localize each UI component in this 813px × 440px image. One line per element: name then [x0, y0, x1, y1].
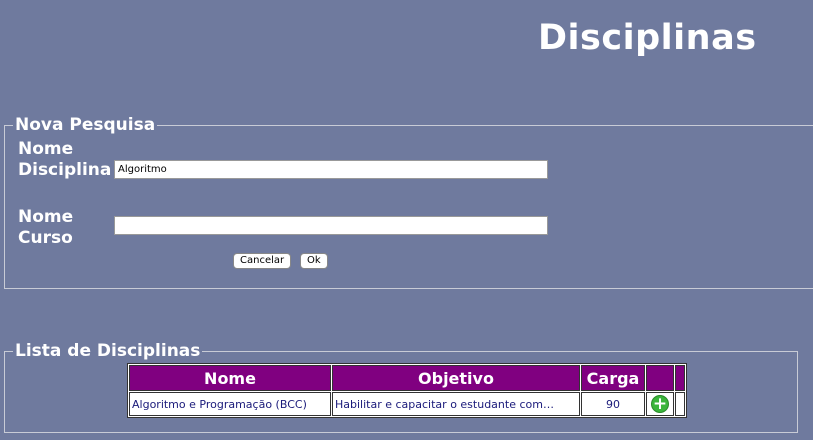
ok-button[interactable]: Ok — [300, 253, 328, 269]
disciplinas-table: Nome Objetivo Carga Algoritmo e Programa… — [127, 363, 687, 418]
nome-disciplina-input[interactable] — [114, 160, 548, 179]
column-header-nome[interactable]: Nome — [129, 365, 331, 391]
column-header-action — [646, 365, 674, 391]
table-row: Algoritmo e Programação (BCC) Habilitar … — [129, 392, 685, 416]
add-icon[interactable]: + — [651, 395, 669, 413]
cell-objetivo: Habilitar e capacitar o estudante com… — [332, 392, 580, 416]
cell-action: + — [646, 392, 674, 416]
page-title: Disciplinas — [538, 18, 757, 58]
column-header-spacer — [675, 365, 685, 391]
table-header-row: Nome Objetivo Carga — [129, 365, 685, 391]
nome-curso-label: Nome Curso — [18, 207, 74, 248]
search-fieldset: Nova Pesquisa — [4, 115, 813, 289]
search-legend: Nova Pesquisa — [15, 115, 156, 135]
column-header-carga[interactable]: Carga — [581, 365, 645, 391]
column-header-objetivo[interactable]: Objetivo — [332, 365, 580, 391]
cell-nome[interactable]: Algoritmo e Programação (BCC) — [129, 392, 331, 416]
list-legend: Lista de Disciplinas — [15, 341, 201, 361]
nome-disciplina-label: Nome Disciplina — [18, 139, 112, 180]
cell-carga: 90 — [581, 392, 645, 416]
nome-curso-input[interactable] — [114, 216, 548, 235]
cancel-button[interactable]: Cancelar — [233, 253, 292, 269]
cell-spacer — [675, 392, 685, 416]
